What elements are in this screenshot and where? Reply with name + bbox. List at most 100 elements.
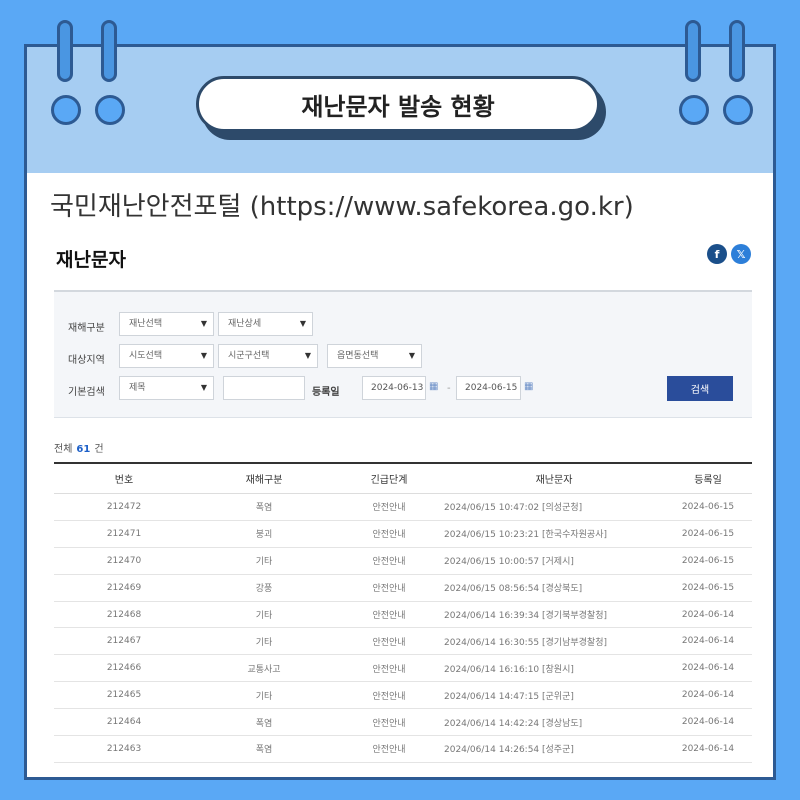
cell-number: 212465 xyxy=(106,690,142,701)
cell-date: 2024-06-14 xyxy=(681,663,735,674)
table-row[interactable]: 212466 교통사고 안전안내 2024/06/14 16:16:10 [창원시] 2… xyxy=(54,655,752,683)
section-heading: 재난문자 xyxy=(56,249,126,271)
cell-level: 안전안내 xyxy=(372,530,406,541)
region-label: 대상지역 xyxy=(68,355,105,366)
cell-message[interactable]: 2024/06/14 16:39:34 [경기북부경찰청] xyxy=(444,608,664,621)
cell-message[interactable]: 2024/06/14 14:26:54 [성주군] xyxy=(444,742,664,755)
result-count-suffix: 건 xyxy=(94,444,104,455)
table-row[interactable]: 212465 기타 안전안내 2024/06/14 14:47:15 [군위군] 202… xyxy=(54,682,752,710)
binder-hole-icon xyxy=(723,95,753,125)
cell-message[interactable]: 2024/06/14 16:30:55 [경기남부경찰청] xyxy=(444,635,664,648)
facebook-share-icon[interactable]: f xyxy=(707,244,727,264)
cell-number: 212471 xyxy=(106,528,142,539)
chevron-down-icon: ▼ xyxy=(299,319,306,328)
result-count-prefix: 전체 xyxy=(54,444,73,455)
alert-table: 번호 재해구분 긴급단계 재난문자 등록일 212472 폭염 안전안내 2024/0… xyxy=(54,462,752,763)
cell-type: 폭염 xyxy=(255,745,273,756)
calendar-icon[interactable]: ▦ xyxy=(429,381,438,392)
cell-message[interactable]: 2024/06/15 10:00:57 [거제시] xyxy=(444,554,664,567)
chevron-down-icon: ▼ xyxy=(408,351,415,360)
calendar-icon[interactable]: ▦ xyxy=(524,381,533,392)
col-header-message: 재난문자 xyxy=(535,475,573,486)
search-filter-panel: 재해구분 재난선택 ▼ 재난상세 ▼ 대상지역 시도선택 ▼ 시군구선택 ▼ 읍면동선택… xyxy=(54,290,752,418)
table-row[interactable]: 212463 폭염 안전안내 2024/06/14 14:26:54 [성주군] 202… xyxy=(54,736,752,763)
table-row[interactable]: 212467 기타 안전안내 2024/06/14 16:30:55 [경기남부경찰청… xyxy=(54,628,752,656)
binder-ring-icon xyxy=(685,20,701,82)
chevron-down-icon: ▼ xyxy=(304,351,311,360)
cell-type: 기타 xyxy=(255,557,273,568)
cell-number: 212468 xyxy=(106,609,142,620)
cell-level: 안전안내 xyxy=(372,503,406,514)
cell-date: 2024-06-14 xyxy=(681,636,735,647)
date-to-input[interactable]: 2024-06-15 xyxy=(456,376,521,400)
binder-ring-icon xyxy=(57,20,73,82)
cell-number: 212466 xyxy=(106,663,142,674)
cell-message[interactable]: 2024/06/15 10:47:02 [의성군청] xyxy=(444,500,664,513)
cell-number: 212467 xyxy=(106,636,142,647)
date-separator: - xyxy=(447,383,451,394)
search-field-value: 제목 xyxy=(129,383,146,393)
cell-type: 붕괴 xyxy=(255,530,273,541)
result-count-number: 61 xyxy=(76,444,91,455)
table-row[interactable]: 212468 기타 안전안내 2024/06/14 16:39:34 [경기북부경찰청… xyxy=(54,602,752,629)
table-row[interactable]: 212469 강풍 안전안내 2024/06/15 08:56:54 [경상북도] 20… xyxy=(54,575,752,602)
col-header-date: 등록일 xyxy=(694,475,722,486)
table-row[interactable]: 212471 붕괴 안전안내 2024/06/15 10:23:21 [한국수자원공사… xyxy=(54,521,752,548)
cell-message[interactable]: 2024/06/15 08:56:54 [경상북도] xyxy=(444,581,664,594)
eupmyeondong-select[interactable]: 읍면동선택 ▼ xyxy=(327,344,422,368)
cell-level: 안전안내 xyxy=(372,664,406,675)
sigungu-select[interactable]: 시군구선택 ▼ xyxy=(218,344,318,368)
cell-message[interactable]: 2024/06/14 14:42:24 [경상남도] xyxy=(444,716,664,729)
cell-type: 기타 xyxy=(255,637,273,648)
table-row[interactable]: 212472 폭염 안전안내 2024/06/15 10:47:02 [의성군청] 20… xyxy=(54,494,752,521)
table-row[interactable]: 212464 폭염 안전안내 2024/06/14 14:42:24 [경상남도] 20… xyxy=(54,709,752,737)
col-header-type: 재해구분 xyxy=(245,475,283,486)
cell-type: 기타 xyxy=(255,611,273,621)
sigungu-select-value: 시군구선택 xyxy=(228,351,270,361)
col-header-number: 번호 xyxy=(114,475,134,486)
cell-date: 2024-06-14 xyxy=(681,609,735,620)
chevron-down-icon: ▼ xyxy=(200,351,207,360)
binder-hole-icon xyxy=(95,95,125,125)
search-button[interactable]: 검색 xyxy=(667,376,733,401)
table-body: 212472 폭염 안전안내 2024/06/15 10:47:02 [의성군청] 20… xyxy=(54,494,752,763)
cell-message[interactable]: 2024/06/14 14:47:15 [군위군] xyxy=(444,689,664,702)
disaster-type-label: 재해구분 xyxy=(68,323,105,334)
cell-date: 2024-06-15 xyxy=(681,582,735,593)
cell-level: 안전안내 xyxy=(372,611,406,621)
cell-level: 안전안내 xyxy=(372,691,406,702)
cell-number: 212470 xyxy=(106,555,142,566)
table-row[interactable]: 212470 기타 안전안내 2024/06/15 10:00:57 [거제시] 202… xyxy=(54,548,752,575)
disaster-detail-value: 재난상세 xyxy=(228,319,262,329)
cell-date: 2024-06-14 xyxy=(681,690,735,701)
x-share-icon[interactable]: 𝕏 xyxy=(731,244,751,264)
cell-number: 212472 xyxy=(106,501,142,512)
date-from-input[interactable]: 2024-06-13 xyxy=(362,376,426,400)
cell-level: 안전안내 xyxy=(372,584,406,595)
cell-message[interactable]: 2024/06/15 10:23:21 [한국수자원공사] xyxy=(444,527,664,540)
binder-ring-icon xyxy=(729,20,745,82)
cell-message[interactable]: 2024/06/14 16:16:10 [창원시] xyxy=(444,662,664,675)
binder-hole-icon xyxy=(51,95,81,125)
cell-level: 안전안내 xyxy=(372,745,406,756)
cell-date: 2024-06-15 xyxy=(681,528,735,539)
result-count: 전체 61 건 xyxy=(54,440,104,455)
disaster-select-value: 재난선택 xyxy=(129,319,163,329)
table-header: 번호 재해구분 긴급단계 재난문자 등록일 xyxy=(54,464,752,494)
cell-level: 안전안내 xyxy=(372,718,406,729)
disaster-detail-select[interactable]: 재난상세 ▼ xyxy=(218,312,313,336)
cell-level: 안전안내 xyxy=(372,557,406,568)
cell-type: 기타 xyxy=(255,691,273,702)
search-field-select[interactable]: 제목 ▼ xyxy=(119,376,214,400)
reg-date-label: 등록일 xyxy=(312,387,340,398)
cell-number: 212463 xyxy=(106,743,142,754)
cell-type: 교통사고 xyxy=(247,664,281,675)
sido-select-value: 시도선택 xyxy=(129,351,163,361)
disaster-select[interactable]: 재난선택 ▼ xyxy=(119,312,214,336)
page-title: 재난문자 발송 현황 xyxy=(196,76,600,132)
keyword-input[interactable] xyxy=(223,376,305,400)
sido-select[interactable]: 시도선택 ▼ xyxy=(119,344,214,368)
eupmyeondong-select-value: 읍면동선택 xyxy=(337,351,379,361)
binder-hole-icon xyxy=(679,95,709,125)
binder-ring-icon xyxy=(101,20,117,82)
